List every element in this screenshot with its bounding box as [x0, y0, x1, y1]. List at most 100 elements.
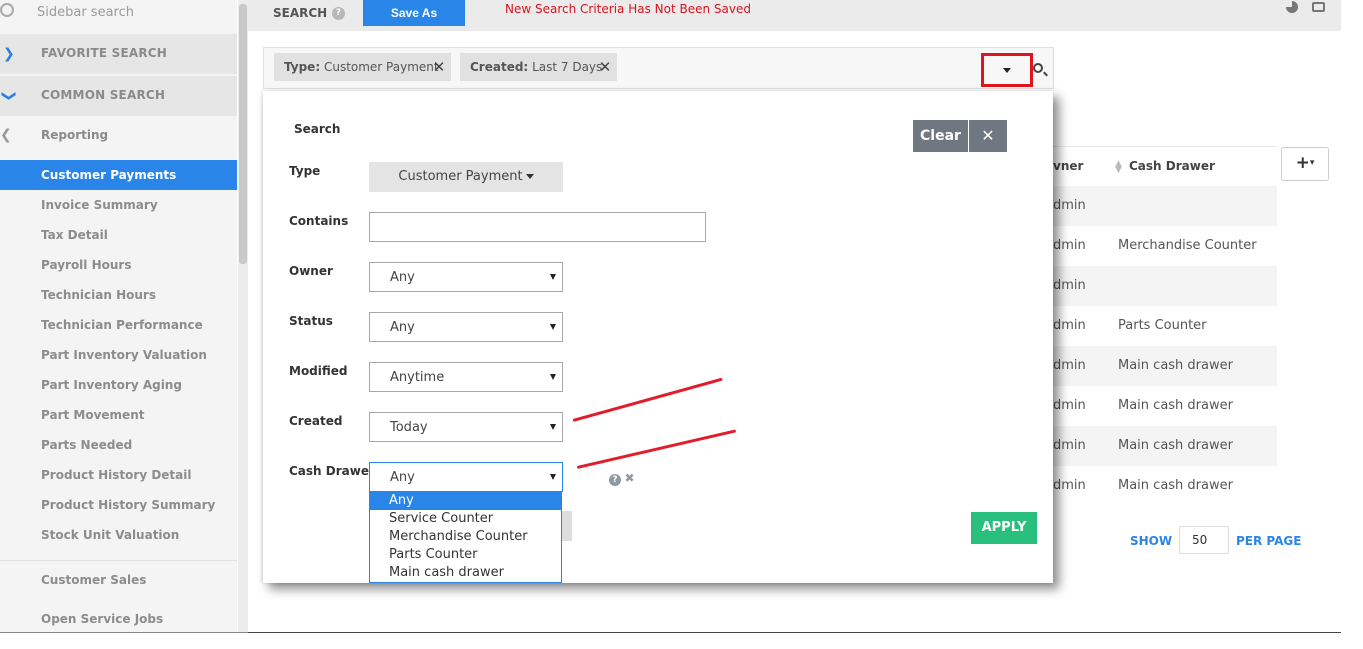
divider	[0, 632, 248, 633]
clear-button[interactable]: Clear	[913, 120, 968, 152]
created-select[interactable]: Today	[369, 412, 563, 442]
option-parts-counter[interactable]: Parts Counter	[370, 546, 561, 564]
owner-label: Owner	[289, 264, 333, 278]
help-icon[interactable]: ?	[332, 7, 345, 20]
option-any[interactable]: Any	[370, 492, 561, 510]
table-row[interactable]: dmin	[1053, 186, 1277, 226]
sidebar-divider	[0, 560, 237, 561]
modified-select[interactable]: Anytime	[369, 362, 563, 392]
option-service-counter[interactable]: Service Counter	[370, 510, 561, 528]
contains-label: Contains	[289, 214, 349, 228]
created-label: Created	[289, 414, 343, 428]
sidebar-item-payroll-hours[interactable]: Payroll Hours	[0, 250, 237, 280]
common-search-header[interactable]: ❯ COMMON SEARCH	[0, 76, 237, 116]
sidebar-group-open-service-jobs[interactable]: Open Service Jobs	[0, 604, 237, 632]
table-row[interactable]: dmin Merchandise Counter	[1053, 226, 1277, 266]
page-title: SEARCH	[273, 6, 328, 20]
caret-down-icon	[550, 374, 556, 380]
sidebar-search[interactable]: Sidebar search	[0, 0, 237, 26]
status-label: Status	[289, 314, 333, 328]
scrollbar-thumb[interactable]	[239, 4, 247, 264]
collapse-icon: ❮	[0, 127, 12, 143]
save-as-button[interactable]: Save As	[363, 0, 465, 26]
sidebar-item-parts-needed[interactable]: Parts Needed	[0, 430, 237, 460]
panel-title: Search	[294, 122, 341, 136]
sidebar-item-technician-performance[interactable]: Technician Performance	[0, 310, 237, 340]
remove-chip-icon[interactable]: ✕	[593, 53, 617, 81]
sidebar-scrollbar[interactable]	[238, 0, 248, 632]
show-label: SHOW	[1130, 534, 1173, 548]
caret-down-icon	[550, 324, 556, 330]
per-page-input[interactable]: 50	[1179, 526, 1229, 554]
type-label: Type	[289, 164, 321, 178]
sidebar-item-part-inventory-aging[interactable]: Part Inventory Aging	[0, 370, 237, 400]
table-header: vner ▲ ▼ Cash Drawer	[1053, 146, 1277, 184]
caret-down-icon	[1003, 68, 1011, 73]
filter-chip-created: Created: Last 7 Days ✕	[460, 53, 617, 81]
caret-down-icon	[550, 274, 556, 280]
chart-icon[interactable]	[1286, 1, 1298, 13]
sidebar-item-technician-hours[interactable]: Technician Hours	[0, 280, 237, 310]
per-page-label: PER PAGE	[1236, 534, 1302, 548]
sidebar-item-stock-unit-valuation[interactable]: Stock Unit Valuation	[0, 520, 237, 550]
search-options-toggle[interactable]	[981, 53, 1033, 87]
sidebar-item-customer-payments[interactable]: Customer Payments	[0, 160, 237, 190]
sidebar-item-product-history-summary[interactable]: Product History Summary	[0, 490, 237, 520]
sidebar-item-part-inventory-valuation[interactable]: Part Inventory Valuation	[0, 340, 237, 370]
caret-down-icon: ▾	[1309, 158, 1315, 168]
common-search-label: COMMON SEARCH	[41, 88, 166, 102]
filter-chip-type: Type: Customer Payment ✕	[274, 53, 451, 81]
table-row[interactable]: dmin Main cash drawer	[1053, 466, 1277, 506]
remove-chip-icon[interactable]: ✕	[427, 53, 451, 81]
table-row[interactable]: dmin Main cash drawer	[1053, 426, 1277, 466]
divider	[248, 632, 1341, 633]
print-icon[interactable]	[1312, 2, 1325, 12]
cash-drawer-options: Any Service Counter Merchandise Counter …	[369, 492, 562, 583]
caret-down-icon	[550, 424, 556, 430]
table-row[interactable]: dmin Parts Counter	[1053, 306, 1277, 346]
unsaved-warning: New Search Criteria Has Not Been Saved	[505, 2, 751, 16]
caret-down-icon	[525, 174, 534, 179]
sidebar-item-part-movement[interactable]: Part Movement	[0, 400, 237, 430]
cash-drawer-select[interactable]: Any	[369, 462, 563, 492]
contains-input[interactable]	[369, 212, 706, 242]
sidebar-item-tax-detail[interactable]: Tax Detail	[0, 220, 237, 250]
favorite-search-header[interactable]: ❯ FAVORITE SEARCH	[0, 34, 237, 74]
type-dropdown[interactable]: Customer Payment	[369, 162, 563, 192]
column-cash-drawer[interactable]: Cash Drawer	[1129, 159, 1215, 173]
table-row[interactable]: dmin Main cash drawer	[1053, 386, 1277, 426]
option-merchandise-counter[interactable]: Merchandise Counter	[370, 528, 561, 546]
field-help: ? ✖	[609, 471, 635, 486]
chevron-down-icon: ❯	[0, 90, 17, 102]
sidebar-search-input[interactable]: Sidebar search	[37, 5, 134, 20]
sidebar-item-product-history-detail[interactable]: Product History Detail	[0, 460, 237, 490]
modified-label: Modified	[289, 364, 348, 378]
column-owner[interactable]: vner	[1053, 159, 1083, 173]
sort-icon[interactable]: ▲ ▼	[1115, 160, 1122, 175]
sidebar: Sidebar search ❯ FAVORITE SEARCH ❯ COMMO…	[0, 0, 237, 632]
favorite-search-label: FAVORITE SEARCH	[41, 46, 168, 60]
plus-icon: +	[1295, 153, 1310, 173]
apply-button[interactable]: APPLY	[971, 512, 1037, 544]
sidebar-group-reporting[interactable]: ❮ Reporting	[0, 122, 237, 152]
sidebar-item-invoice-summary[interactable]: Invoice Summary	[0, 190, 237, 220]
search-bar: Type: Customer Payment ✕ Created: Last 7…	[263, 47, 1054, 89]
search-icon	[0, 3, 14, 17]
cash-drawer-label: Cash Drawer	[289, 464, 375, 478]
remove-field-icon[interactable]: ✖	[625, 471, 635, 485]
sidebar-group-customer-sales[interactable]: Customer Sales	[0, 565, 237, 595]
table-row[interactable]: dmin Main cash drawer	[1053, 346, 1277, 386]
chevron-right-icon: ❯	[3, 46, 15, 62]
reporting-label: Reporting	[41, 128, 109, 142]
top-bar: SEARCH ? Save As New Search Criteria Has…	[248, 0, 1341, 31]
caret-down-icon	[550, 474, 556, 480]
status-select[interactable]: Any	[369, 312, 563, 342]
search-panel: Search Clear ✕ Type Customer Payment Con…	[263, 91, 1053, 583]
search-icon[interactable]	[1033, 63, 1043, 73]
close-button[interactable]: ✕	[969, 120, 1007, 152]
add-column-button[interactable]: +▾	[1281, 147, 1329, 181]
table-row[interactable]: dmin	[1053, 266, 1277, 306]
help-icon[interactable]: ?	[609, 474, 621, 486]
option-main-cash-drawer[interactable]: Main cash drawer	[370, 564, 561, 582]
owner-select[interactable]: Any	[369, 262, 563, 292]
